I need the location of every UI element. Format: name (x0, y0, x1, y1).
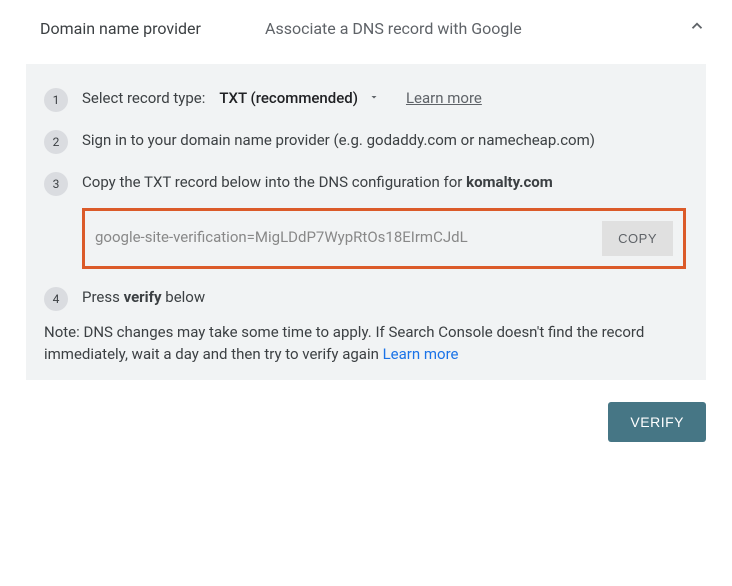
step-4-text: Press verify below (82, 287, 686, 309)
instructions-box: 1 Select record type: TXT (recommended) … (26, 64, 706, 380)
step-3-badge: 3 (44, 172, 68, 196)
record-type-select-value[interactable]: TXT (recommended) (219, 88, 358, 110)
learn-more-link-1[interactable]: Learn more (406, 88, 482, 110)
header-subtitle: Associate a DNS record with Google (265, 19, 688, 38)
caret-down-icon[interactable] (368, 88, 380, 110)
step-1-badge: 1 (44, 88, 68, 112)
dns-verification-panel: Domain name provider Associate a DNS rec… (0, 0, 732, 586)
copy-button[interactable]: COPY (602, 221, 673, 256)
step-4-suffix: below (162, 288, 206, 306)
step-3-text: Copy the TXT record below into the DNS c… (82, 172, 686, 194)
step-3-body: Copy the TXT record below into the DNS c… (82, 172, 686, 269)
chevron-up-icon[interactable] (688, 16, 706, 40)
panel-header: Domain name provider Associate a DNS rec… (0, 0, 732, 64)
step-4-prefix: Press (82, 288, 124, 306)
txt-record-box: google-site-verification=MigLDdP7WypRtOs… (82, 208, 686, 269)
learn-more-link-2[interactable]: Learn more (383, 345, 459, 363)
step-1-body: Select record type: TXT (recommended) Le… (82, 88, 686, 110)
verify-button[interactable]: VERIFY (608, 402, 706, 442)
step-4-bold: verify (124, 288, 162, 306)
step-2-text: Sign in to your domain name provider (e.… (82, 130, 686, 152)
step-1-label: Select record type: (82, 88, 205, 110)
step-4: 4 Press verify below (44, 287, 686, 311)
note: Note: DNS changes may take some time to … (44, 321, 686, 366)
step-3: 3 Copy the TXT record below into the DNS… (44, 172, 686, 269)
footer: VERIFY (0, 380, 732, 442)
header-title: Domain name provider (40, 19, 265, 38)
note-text: Note: DNS changes may take some time to … (44, 323, 644, 364)
step-4-badge: 4 (44, 287, 68, 311)
step-2-badge: 2 (44, 130, 68, 154)
step-2: 2 Sign in to your domain name provider (… (44, 130, 686, 154)
step-1: 1 Select record type: TXT (recommended) … (44, 88, 686, 112)
step-3-domain: komalty.com (466, 173, 553, 191)
txt-record-value[interactable]: google-site-verification=MigLDdP7WypRtOs… (95, 227, 592, 249)
step-3-prefix: Copy the TXT record below into the DNS c… (82, 173, 466, 191)
